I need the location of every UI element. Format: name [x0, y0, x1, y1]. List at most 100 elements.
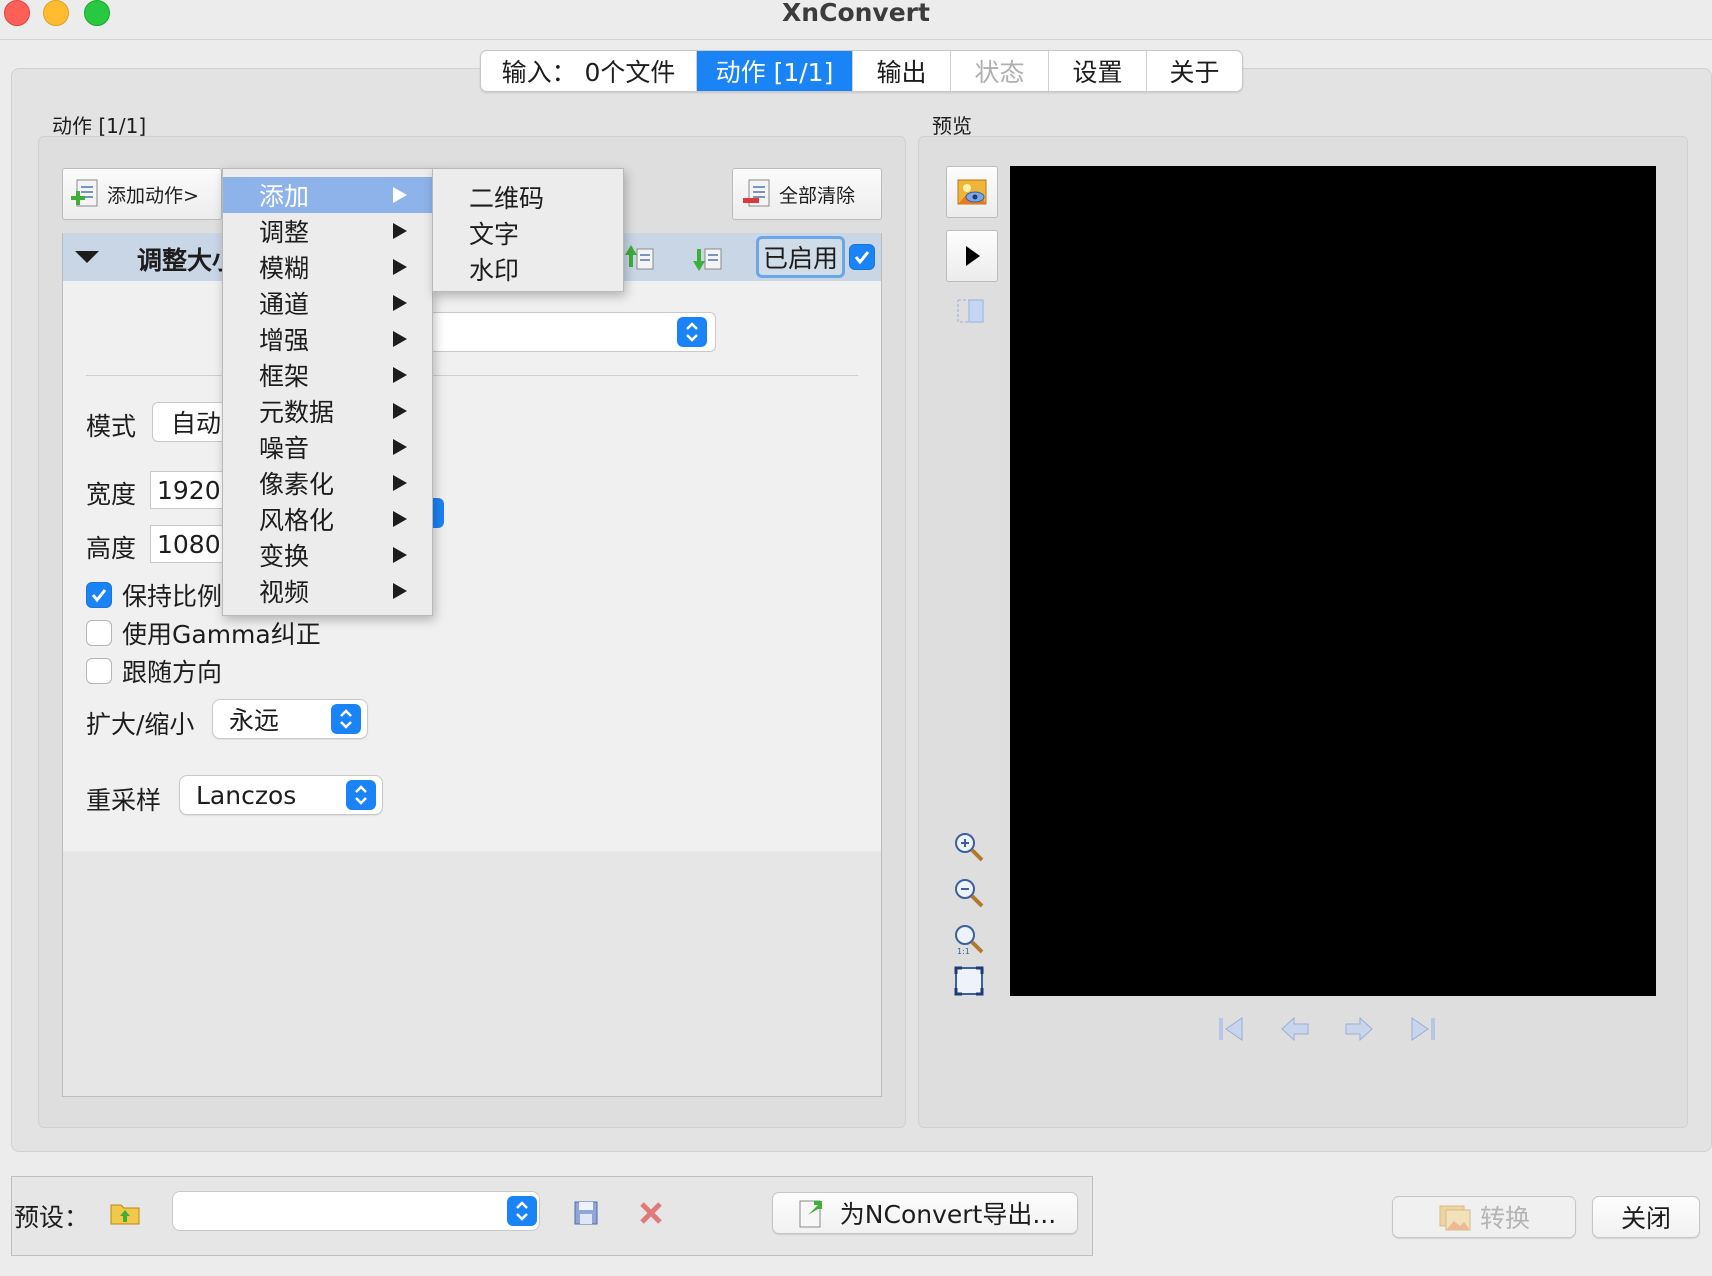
next-image-icon[interactable]	[1342, 1012, 1376, 1046]
mode-label: 模式	[86, 412, 137, 441]
fit-to-window-icon[interactable]	[952, 964, 986, 998]
submenu-arrow-icon	[393, 331, 407, 347]
menu-item-label: 视频	[259, 578, 310, 607]
last-image-icon[interactable]	[1406, 1012, 1440, 1046]
menu-item-video[interactable]: 视频	[223, 573, 432, 609]
select-stepper-icon	[677, 317, 707, 347]
preview-image-button[interactable]	[946, 166, 998, 218]
play-button[interactable]	[946, 230, 998, 282]
menu-item-noise[interactable]: 噪音	[223, 429, 432, 465]
menu-item-add[interactable]: 添加	[223, 177, 432, 213]
clear-document-icon	[741, 177, 775, 211]
submenu-arrow-icon	[393, 439, 407, 455]
move-down-icon[interactable]	[691, 243, 725, 273]
preset-label: 预设：	[14, 1203, 90, 1232]
export-icon	[794, 1196, 828, 1230]
submenu-arrow-icon	[393, 295, 407, 311]
submenu-item-qrcode[interactable]: 二维码	[469, 179, 544, 215]
mode-select[interactable]: 自动	[152, 402, 232, 442]
first-image-icon[interactable]	[1214, 1012, 1248, 1046]
enlarge-label: 扩大/缩小	[86, 710, 195, 739]
tab-actions[interactable]: 动作 [1/1]	[697, 51, 853, 91]
tab-about[interactable]: 关于	[1147, 51, 1242, 91]
tab-status: 状态	[951, 51, 1049, 91]
zoom-actual-size-icon[interactable]: 1:1	[952, 922, 986, 956]
open-folder-icon[interactable]	[108, 1196, 142, 1230]
submenu-arrow-icon	[393, 547, 407, 563]
menu-item-frame[interactable]: 框架	[223, 357, 432, 393]
menu-item-metadata[interactable]: 元数据	[223, 393, 432, 429]
zoom-out-icon[interactable]	[952, 876, 986, 910]
enabled-toggle[interactable]: 已启用	[756, 236, 876, 278]
submenu-arrow-icon	[393, 403, 407, 419]
submenu-arrow-icon	[393, 475, 407, 491]
enlarge-select[interactable]: 永远	[212, 699, 368, 739]
resample-select[interactable]: Lanczos	[179, 775, 383, 815]
menu-item-label: 风格化	[259, 506, 335, 535]
height-field[interactable]: 1080	[150, 525, 230, 563]
menu-item-stylize[interactable]: 风格化	[223, 501, 432, 537]
menu-item-label: 噪音	[259, 434, 310, 463]
convert-label: 转换	[1479, 1204, 1530, 1233]
export-label: 为NConvert导出...	[839, 1200, 1057, 1229]
menu-item-channel[interactable]: 通道	[223, 285, 432, 321]
width-label: 宽度	[86, 480, 137, 509]
tab-output[interactable]: 输出	[853, 51, 951, 91]
add-submenu: 二维码 文字 水印	[432, 168, 624, 292]
convert-button: 转换	[1392, 1196, 1576, 1238]
keep-ratio-checkbox[interactable]	[86, 582, 112, 608]
play-icon	[966, 246, 980, 266]
preset-select[interactable]	[172, 1191, 540, 1231]
clear-all-button[interactable]: 全部清除	[732, 168, 882, 220]
add-action-menu: 添加 调整 模糊 通道 增强 框架 元数据 噪音 像素化 风格化 变换 视频	[222, 168, 433, 616]
submenu-arrow-icon	[393, 259, 407, 275]
svg-text:1:1: 1:1	[957, 947, 970, 956]
move-up-icon[interactable]	[623, 243, 657, 273]
menu-item-label: 通道	[259, 290, 310, 319]
export-nconvert-button[interactable]: 为NConvert导出...	[772, 1192, 1078, 1234]
menu-item-pixelate[interactable]: 像素化	[223, 465, 432, 501]
menu-item-blur[interactable]: 模糊	[223, 249, 432, 285]
add-action-button[interactable]: 添加动作>	[62, 168, 222, 220]
tab-input[interactable]: 输入： 0个文件	[481, 51, 697, 91]
gamma-checkbox[interactable]	[86, 620, 112, 646]
compare-split-icon[interactable]	[955, 295, 989, 329]
follow-orientation-checkbox[interactable]	[86, 658, 112, 684]
add-document-icon	[69, 177, 103, 211]
menu-item-enhance[interactable]: 增强	[223, 321, 432, 357]
menu-item-transform[interactable]: 变换	[223, 537, 432, 573]
menu-item-label: 添加	[259, 182, 310, 211]
resample-label: 重采样	[86, 786, 162, 815]
zoom-in-icon[interactable]	[952, 830, 986, 864]
preview-section-title: 预览	[932, 114, 972, 138]
tab-settings[interactable]: 设置	[1049, 51, 1147, 91]
submenu-arrow-icon	[393, 367, 407, 383]
save-icon[interactable]	[569, 1196, 603, 1230]
menu-item-adjust[interactable]: 调整	[223, 213, 432, 249]
delete-icon[interactable]	[634, 1196, 668, 1230]
menu-item-label: 像素化	[259, 470, 335, 499]
image-preview-icon	[957, 179, 987, 205]
collapse-triangle-icon[interactable]	[75, 251, 99, 263]
submenu-item-text[interactable]: 文字	[469, 215, 519, 251]
menu-item-label: 变换	[259, 542, 310, 571]
submenu-arrow-icon	[393, 187, 407, 203]
enabled-checkbox[interactable]	[849, 244, 876, 270]
submenu-arrow-icon	[393, 583, 407, 599]
resample-value: Lanczos	[196, 780, 297, 810]
divider	[86, 375, 858, 376]
action-body	[63, 281, 881, 851]
previous-image-icon[interactable]	[1278, 1012, 1312, 1046]
close-button[interactable]: 关闭	[1592, 1196, 1700, 1238]
follow-orientation-checkbox-row[interactable]: 跟随方向	[86, 653, 222, 689]
follow-orientation-label: 跟随方向	[122, 658, 223, 687]
keep-ratio-checkbox-row[interactable]: 保持比例	[86, 577, 222, 613]
menu-item-label: 模糊	[259, 254, 310, 283]
gamma-label: 使用Gamma纠正	[122, 620, 321, 649]
width-field[interactable]: 1920	[150, 471, 230, 509]
submenu-item-watermark[interactable]: 水印	[469, 251, 519, 287]
keep-ratio-label: 保持比例	[122, 582, 223, 611]
preview-canvas	[1010, 166, 1656, 996]
title-bar: XnConvert	[0, 0, 1712, 40]
gamma-checkbox-row[interactable]: 使用Gamma纠正	[86, 615, 321, 651]
